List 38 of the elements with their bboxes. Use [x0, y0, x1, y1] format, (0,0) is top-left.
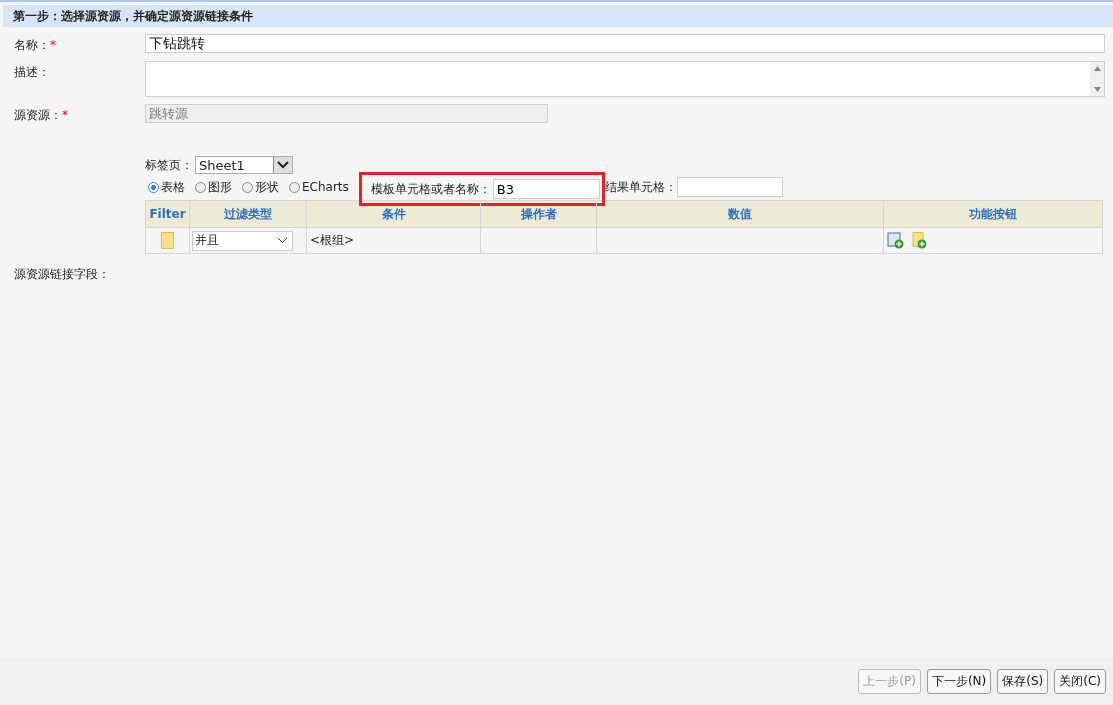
- column-header: 数值: [597, 201, 884, 227]
- radio-option[interactable]: 图形: [195, 178, 232, 196]
- text-field[interactable]: 下钻跳转: [145, 34, 1105, 53]
- template-cell-label: 模板单元格或者名称：: [370, 180, 491, 198]
- field-label: 名称：: [14, 38, 50, 52]
- field-label: 描述：: [14, 65, 50, 79]
- field-label: 源资源：: [14, 108, 62, 122]
- footer-button[interactable]: 下一步(N): [926, 669, 992, 694]
- folder-icon: [161, 232, 174, 249]
- column-header: 条件: [307, 201, 481, 227]
- filter-type-select[interactable]: 并且: [191, 230, 293, 251]
- scroll-down-icon[interactable]: [1093, 87, 1101, 92]
- radio-option[interactable]: 表格: [148, 178, 185, 196]
- radio-option[interactable]: 形状: [242, 178, 279, 196]
- scrollbar[interactable]: [1090, 62, 1104, 96]
- footer-button[interactable]: 关闭(C): [1054, 669, 1106, 694]
- step-header: 第一步：选择源资源，并确定源资源链接条件: [3, 5, 1113, 27]
- sheet-label: 标签页：: [145, 156, 193, 174]
- column-header: Filter: [146, 201, 190, 227]
- add-group-icon[interactable]: [912, 232, 928, 249]
- column-header: 过滤类型: [190, 201, 307, 227]
- footer-button[interactable]: 保存(S): [997, 669, 1049, 694]
- radio-option[interactable]: ECharts: [289, 180, 349, 194]
- dropdown-icon: [273, 157, 292, 173]
- chevron-down-icon: [276, 237, 288, 244]
- template-cell-field[interactable]: B3: [492, 179, 600, 199]
- table-cell: <根组>: [310, 232, 355, 249]
- required-mark: *: [50, 38, 56, 52]
- sheet-select[interactable]: Sheet1: [195, 156, 293, 174]
- scroll-up-icon[interactable]: [1093, 66, 1101, 71]
- column-header: 功能按钮: [968, 205, 1018, 223]
- link-fields-label: 源资源链接字段：: [14, 266, 111, 283]
- description-field[interactable]: [145, 61, 1105, 97]
- result-cell-field[interactable]: [676, 177, 783, 197]
- add-condition-icon[interactable]: [887, 232, 905, 249]
- result-cell-label: 结果单元格：: [604, 178, 677, 196]
- required-mark: *: [62, 108, 68, 122]
- column-header: 操作者: [481, 201, 597, 227]
